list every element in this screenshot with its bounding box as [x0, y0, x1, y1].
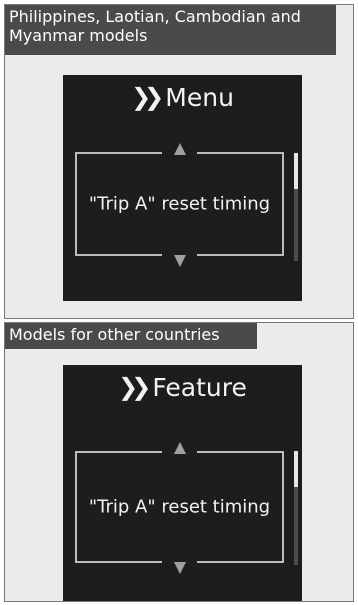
display-screen: ❯❯ Menu "Trip A" reset timing: [63, 75, 302, 301]
section-regional-models: Philippines, Laotian, Cambodian and Myan…: [4, 4, 354, 319]
double-chevron-right-icon: ❯❯: [131, 83, 164, 111]
screen-header: ❯❯ Menu: [63, 81, 302, 114]
menu-item-trip-a-reset-timing[interactable]: "Trip A" reset timing: [77, 194, 282, 215]
selection-frame: "Trip A" reset timing: [75, 143, 284, 267]
menu-item-trip-a-reset-timing[interactable]: "Trip A" reset timing: [77, 497, 282, 518]
scroll-down-arrow-icon[interactable]: [173, 255, 186, 267]
scrollbar-thumb[interactable]: [294, 451, 298, 487]
screen-header: ❯❯ Feature: [63, 371, 302, 404]
scroll-up-arrow-icon[interactable]: [173, 143, 186, 155]
scrollbar[interactable]: [294, 153, 298, 261]
scroll-down-arrow-icon[interactable]: [173, 562, 186, 574]
scrollbar[interactable]: [294, 451, 298, 565]
scrollbar-thumb[interactable]: [294, 153, 298, 189]
screen-title: Menu: [165, 83, 234, 112]
section-other-countries: Models for other countries ❯❯ Feature "Tr…: [4, 322, 354, 602]
display-screen: ❯❯ Feature "Trip A" reset timing: [63, 365, 302, 601]
screen-title: Feature: [152, 373, 247, 402]
section-tag: Models for other countries: [5, 323, 257, 349]
selection-frame: "Trip A" reset timing: [75, 442, 284, 574]
scroll-up-arrow-icon[interactable]: [173, 442, 186, 454]
double-chevron-right-icon: ❯❯: [118, 373, 151, 401]
section-tag: Philippines, Laotian, Cambodian and Myan…: [5, 5, 336, 55]
